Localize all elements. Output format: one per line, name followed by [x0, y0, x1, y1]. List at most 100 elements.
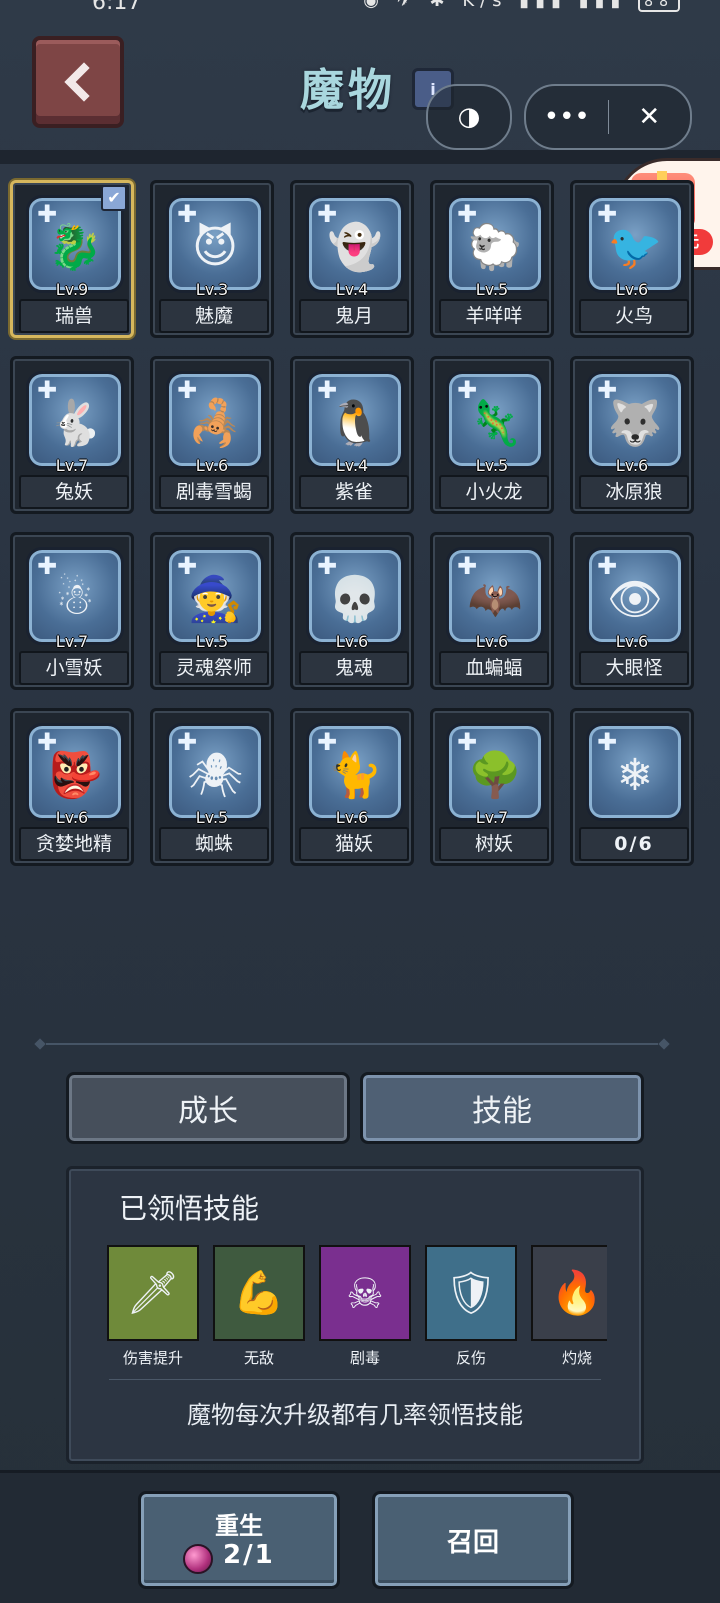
soul-orb-icon: [183, 1544, 213, 1574]
close-button[interactable]: ✕: [609, 102, 691, 132]
monster-sprite-icon: 🐑: [467, 221, 523, 273]
monster-portrait: ✚ ❄: [586, 723, 684, 821]
monster-portrait: ✚ 👺: [26, 723, 124, 821]
monster-card[interactable]: ✚ 🐉 Lv.9 瑞兽 ✔: [10, 180, 134, 338]
panel-divider: [109, 1379, 601, 1380]
monster-portrait: ✚ 🐧: [306, 371, 404, 469]
divider-right-diamond: [658, 1038, 670, 1050]
monster-sprite-icon: 🧙: [187, 573, 243, 625]
tab-skills[interactable]: 技能: [360, 1072, 644, 1144]
monster-card[interactable]: ✚ 👻 Lv.4 鬼月: [290, 180, 414, 338]
monster-sprite-icon: 🐦: [607, 221, 663, 273]
skill-icon: 🔥: [531, 1245, 607, 1341]
skill-icon: 💪: [213, 1245, 305, 1341]
monster-card[interactable]: ✚ 🐑 Lv.5 羊咩咩: [430, 180, 554, 338]
monster-card[interactable]: ✚ ☃ Lv.7 小雪妖: [10, 532, 134, 690]
plus-icon: ✚: [37, 552, 58, 580]
monster-sprite-icon: 💀: [327, 573, 383, 625]
monster-level: Lv.6: [615, 280, 649, 299]
divider-left-diamond: [34, 1038, 46, 1050]
monster-card[interactable]: ✚ 🦇 Lv.6 血蝙蝠: [430, 532, 554, 690]
chevron-left-icon: [64, 62, 90, 102]
monster-level: Lv.7: [55, 632, 89, 651]
monster-name: 贪婪地精: [19, 827, 129, 861]
monster-card[interactable]: ✚ 🐦 Lv.6 火鸟: [570, 180, 694, 338]
skill-item[interactable]: 🗡 伤害提升: [107, 1245, 199, 1368]
monster-name: 瑞兽: [19, 299, 129, 333]
monster-level: Lv.5: [475, 456, 509, 475]
status-icons: ◉ ✈ ✱ K/s ▮▮▮ ▮▮▮ 88: [363, 0, 680, 12]
back-button[interactable]: [32, 36, 124, 128]
monster-card[interactable]: ✚ 🐇 Lv.7 兔妖: [10, 356, 134, 514]
monster-name: 小雪妖: [19, 651, 129, 685]
recall-button[interactable]: 召回: [372, 1491, 574, 1589]
rebirth-button[interactable]: 重生 2/1: [138, 1491, 340, 1589]
skill-item[interactable]: 🛡 反伤: [425, 1245, 517, 1368]
rebirth-label: 重生: [215, 1512, 263, 1540]
skill-icon: 🗡: [107, 1245, 199, 1341]
monster-name: 鬼月: [299, 299, 409, 333]
monster-card[interactable]: ✚ 😈 Lv.3 魅魔: [150, 180, 274, 338]
monster-portrait: ✚ 🕷: [166, 723, 264, 821]
monster-card[interactable]: ✚ 🐺 Lv.6 冰原狼: [570, 356, 694, 514]
monster-card[interactable]: ✚ 🦎 Lv.5 小火龙: [430, 356, 554, 514]
monster-level: Lv.6: [615, 632, 649, 651]
monster-sprite-icon: 🐈: [327, 749, 383, 801]
monster-sprite-icon: 👻: [327, 221, 383, 273]
monster-name: 火鸟: [579, 299, 689, 333]
monster-portrait: ✚ 👁: [586, 547, 684, 645]
skill-item[interactable]: 🔥 灼烧: [531, 1245, 607, 1368]
monster-card[interactable]: ✚ 🐈 Lv.6 猫妖: [290, 708, 414, 866]
monster-sprite-icon: 👁: [607, 573, 663, 625]
monster-name: 猫妖: [299, 827, 409, 861]
monster-portrait: ✚ 🦎: [446, 371, 544, 469]
monster-card[interactable]: ✚ 🌳 Lv.7 树妖: [430, 708, 554, 866]
section-divider: [34, 1038, 670, 1050]
monster-name: 灵魂祭师: [159, 651, 269, 685]
more-button[interactable]: •••: [526, 102, 608, 132]
monster-name: 小火龙: [439, 475, 549, 509]
monster-level: Lv.5: [195, 808, 229, 827]
monster-sprite-icon: 🐇: [47, 397, 103, 449]
bottom-bar: 重生 2/1 召回: [0, 1470, 720, 1603]
monster-name: 紫雀: [299, 475, 409, 509]
monster-level: Lv.6: [335, 632, 369, 651]
monster-portrait: ✚ 🧙: [166, 547, 264, 645]
monster-card[interactable]: ✚ 🦂 Lv.6 剧毒雪蝎: [150, 356, 274, 514]
skill-name: 无敌: [243, 1349, 274, 1367]
monster-level: Lv.6: [475, 632, 509, 651]
monster-card[interactable]: ✚ 👺 Lv.6 贪婪地精: [10, 708, 134, 866]
mini-program-button[interactable]: ◑: [426, 84, 512, 150]
monster-card[interactable]: ✚ 🕷 Lv.5 蜘蛛: [150, 708, 274, 866]
monster-card[interactable]: ✚ 🐧 Lv.4 紫雀: [290, 356, 414, 514]
menu-capsule: ••• ✕: [524, 84, 692, 150]
monster-card[interactable]: ✚ 👁 Lv.6 大眼怪: [570, 532, 694, 690]
mini-program-icon: ◑: [457, 102, 481, 132]
monster-sprite-icon: 🌳: [467, 749, 523, 801]
monster-name: 蜘蛛: [159, 827, 269, 861]
monster-card[interactable]: ✚ ❄ 0/6: [570, 708, 694, 866]
skill-list[interactable]: 🗡 伤害提升 💪 无敌 ☠ 剧毒 🛡 反伤 🔥 灼烧: [107, 1245, 607, 1375]
monster-name: 冰原狼: [579, 475, 689, 509]
tab-growth[interactable]: 成长: [66, 1072, 350, 1144]
status-indicators: ◉ ✈ ✱ K/s ▮▮▮ ▮▮▮: [363, 0, 627, 11]
monster-level: Lv.4: [335, 456, 369, 475]
monster-level: Lv.6: [615, 456, 649, 475]
rebirth-count: 2/1: [223, 1540, 275, 1570]
monster-card[interactable]: ✚ 💀 Lv.6 鬼魂: [290, 532, 414, 690]
skill-item[interactable]: ☠ 剧毒: [319, 1245, 411, 1368]
skill-name: 反伤: [455, 1349, 486, 1367]
monster-portrait: ✚ 💀: [306, 547, 404, 645]
monster-name: 0/6: [579, 827, 689, 861]
monster-portrait: ✚ 🦇: [446, 547, 544, 645]
status-bar: 6:17 ◉ ✈ ✱ K/s ▮▮▮ ▮▮▮ 88: [0, 0, 720, 14]
monster-portrait: ✚ 🌳: [446, 723, 544, 821]
monster-name: 羊咩咩: [439, 299, 549, 333]
monster-sprite-icon: 🐉: [47, 221, 103, 273]
monster-name: 树妖: [439, 827, 549, 861]
skill-item[interactable]: 💪 无敌: [213, 1245, 305, 1368]
monster-sprite-icon: 🦂: [187, 397, 243, 449]
monster-sprite-icon: 🐺: [607, 397, 663, 449]
monster-card[interactable]: ✚ 🧙 Lv.5 灵魂祭师: [150, 532, 274, 690]
plus-icon: ✚: [597, 728, 618, 756]
